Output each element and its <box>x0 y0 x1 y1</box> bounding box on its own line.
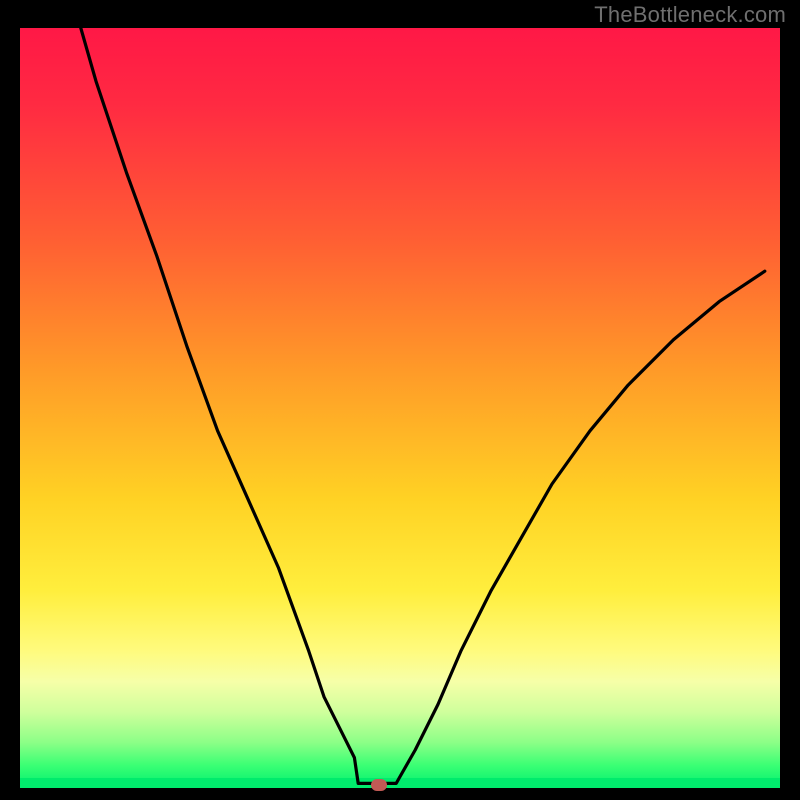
optimum-marker <box>371 779 387 791</box>
watermark-text: TheBottleneck.com <box>594 2 786 28</box>
bottleneck-curve <box>20 28 780 788</box>
plot-area <box>20 28 780 788</box>
chart-frame: TheBottleneck.com <box>0 0 800 800</box>
